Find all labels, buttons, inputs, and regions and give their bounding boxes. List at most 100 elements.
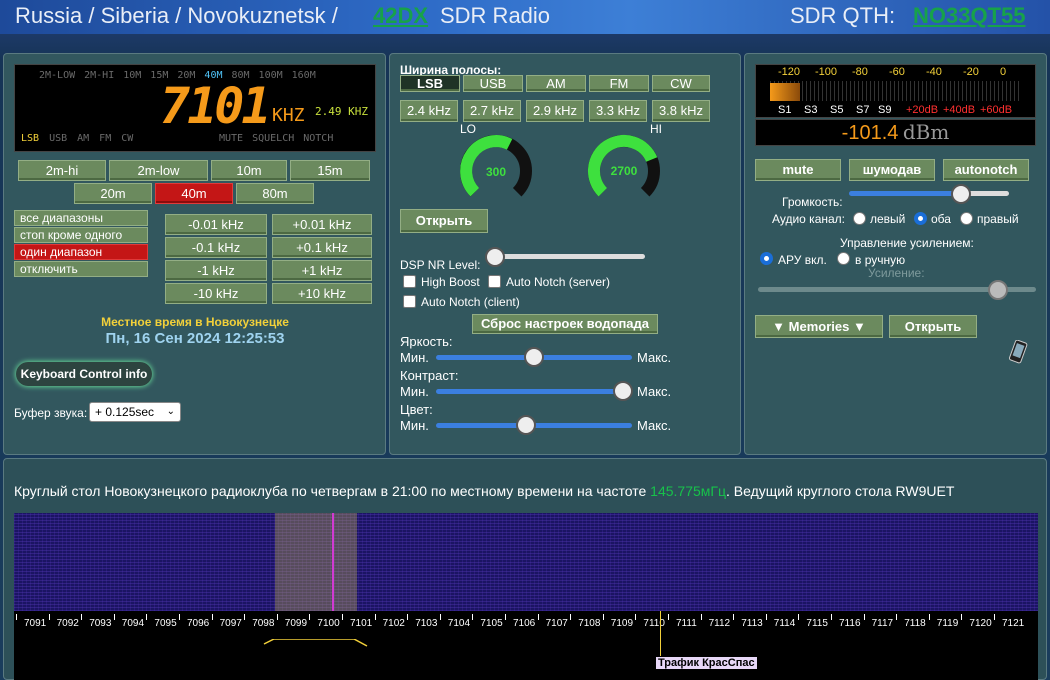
keyboard-control-button[interactable]: Keyboard Control info xyxy=(16,362,152,386)
auto-notch-client-checkbox[interactable] xyxy=(403,295,416,308)
channel-right-label: правый xyxy=(977,212,1019,226)
agc-on-radio[interactable] xyxy=(760,252,773,265)
band-button-2m-low[interactable]: 2m-low xyxy=(109,160,208,181)
color-min: Мин. xyxy=(400,418,429,433)
s-meter-scale: -120 -100 -80 -60 -40 -20 0 xyxy=(756,66,1037,78)
channel-left-radio[interactable] xyxy=(853,212,866,225)
contrast-max: Макс. xyxy=(637,384,672,399)
meter-s-unit: +40dB xyxy=(943,104,976,116)
frequency-tick-mark xyxy=(602,614,604,620)
contrast-knob[interactable] xyxy=(613,381,633,401)
autonotch-button[interactable]: autonotch xyxy=(943,159,1029,181)
noise-reduction-button[interactable]: шумодав xyxy=(849,159,935,181)
frequency-tick-label: 7110 xyxy=(643,618,665,629)
gain-knob[interactable] xyxy=(988,280,1008,300)
step-plus-1[interactable]: +1 kHz xyxy=(272,260,372,281)
auto-notch-server-checkbox[interactable] xyxy=(488,275,501,288)
buffer-select[interactable]: + 0.125sec ⌄ xyxy=(89,402,181,422)
width-2-9-button[interactable]: 2.9 kHz xyxy=(526,100,584,122)
step-minus-10[interactable]: -10 kHz xyxy=(165,283,267,304)
frequency-tick-label: 7101 xyxy=(350,618,373,629)
mute-button[interactable]: mute xyxy=(755,159,841,181)
gain-label: Усиление: xyxy=(868,266,925,280)
frequency-tick-label: 7099 xyxy=(284,618,308,629)
frequency-tick-label: 7108 xyxy=(578,618,601,629)
frequency-tick-mark xyxy=(994,614,995,620)
frequency-tick-label: 7113 xyxy=(741,618,763,629)
lo-knob[interactable]: 300 xyxy=(456,131,536,201)
frequency-tick-label: 7095 xyxy=(154,618,177,629)
display-mode-lsb: LSB xyxy=(21,133,40,144)
step-minus-1[interactable]: -1 kHz xyxy=(165,260,267,281)
mode-am-button[interactable]: AM xyxy=(526,75,586,92)
mode-usb-button[interactable]: USB xyxy=(463,75,523,92)
scan-off[interactable]: отключить xyxy=(14,261,148,277)
width-3-8-button[interactable]: 3.8 kHz xyxy=(652,100,710,122)
open-bandwidth-button[interactable]: Открыть xyxy=(400,209,488,233)
band-button-40m[interactable]: 40m xyxy=(155,183,233,204)
dsp-nr-knob[interactable] xyxy=(485,247,505,267)
notice-before: Круглый стол Новокузнецкого радиоклуба п… xyxy=(14,483,651,499)
display-flag-notch: NOTCH xyxy=(303,133,334,144)
band-button-80m[interactable]: 80m xyxy=(236,183,314,204)
volume-label: Громкость: xyxy=(782,195,843,209)
band-button-10m[interactable]: 10m xyxy=(211,160,287,181)
brightness-knob[interactable] xyxy=(524,347,544,367)
site-link[interactable]: 42DX xyxy=(373,3,428,29)
auto-notch-server-label: Auto Notch (server) xyxy=(506,275,611,289)
dsp-nr-slider[interactable] xyxy=(490,254,645,259)
frequency-tick-mark xyxy=(211,614,213,620)
band-button-15m[interactable]: 15m xyxy=(290,160,370,181)
width-2-7-button[interactable]: 2.7 kHz xyxy=(463,100,521,122)
waterfall[interactable] xyxy=(14,513,1038,611)
channel-both-label: оба xyxy=(931,212,951,226)
color-label: Цвет: xyxy=(400,402,433,417)
frequency-tick-mark xyxy=(928,614,930,620)
frequency-readout: 7101 xyxy=(160,77,271,135)
frequency-tick-label: 7102 xyxy=(382,618,405,629)
header-bar: Russia / Siberia / Novokuznetsk / 42DX S… xyxy=(0,0,1050,34)
frequency-unit: KHZ xyxy=(272,105,305,126)
display-flag-row: MUTE SQUELCH NOTCH xyxy=(219,133,342,144)
color-knob[interactable] xyxy=(516,415,536,435)
qth-link[interactable]: NO33QT55 xyxy=(913,3,1026,29)
hi-knob[interactable]: 2700 xyxy=(584,131,664,201)
frequency-tick-mark xyxy=(896,614,898,620)
mode-lsb-button[interactable]: LSB xyxy=(400,75,460,92)
width-3-3-button[interactable]: 3.3 kHz xyxy=(589,100,647,122)
mode-fm-button[interactable]: FM xyxy=(589,75,649,92)
step-minus-0-01[interactable]: -0.01 kHz xyxy=(165,214,267,235)
meter-scale-label: -120 xyxy=(778,66,801,78)
memories-button[interactable]: ▼ Memories ▼ xyxy=(755,315,883,338)
step-plus-10[interactable]: +10 kHz xyxy=(272,283,372,304)
lo-value: 300 xyxy=(486,165,506,179)
frequency-tick-mark xyxy=(765,614,767,620)
display-mode-usb: USB xyxy=(49,133,68,144)
contrast-slider[interactable] xyxy=(436,389,632,394)
width-2-4-button[interactable]: 2.4 kHz xyxy=(400,100,458,122)
display-band-10m: 10M xyxy=(123,70,142,81)
manual-gain-radio[interactable] xyxy=(837,252,850,265)
band-button-20m[interactable]: 20m xyxy=(74,183,152,204)
volume-slider[interactable] xyxy=(849,191,1009,196)
mobile-phone-icon[interactable] xyxy=(1007,340,1029,364)
high-boost-checkbox[interactable] xyxy=(403,275,416,288)
mode-cw-button[interactable]: CW xyxy=(652,75,710,92)
step-plus-0-1[interactable]: +0.1 kHz xyxy=(272,237,372,258)
meter-s-unit: S7 xyxy=(856,104,870,116)
frequency-tick-mark xyxy=(798,614,800,620)
scan-stop-except-one[interactable]: стоп кроме одного xyxy=(14,227,148,243)
band-button-2m-hi[interactable]: 2m-hi xyxy=(18,160,106,181)
memories-open-button[interactable]: Открыть xyxy=(889,315,977,338)
step-minus-0-1[interactable]: -0.1 kHz xyxy=(165,237,267,258)
scan-one-band[interactable]: один диапазон xyxy=(14,244,148,260)
reset-waterfall-button[interactable]: Сброс настроек водопада xyxy=(472,314,658,334)
volume-knob[interactable] xyxy=(951,184,971,204)
tuning-marker xyxy=(332,513,334,611)
scan-all-bands[interactable]: все диапазоны xyxy=(14,210,148,226)
step-plus-0-01[interactable]: +0.01 kHz xyxy=(272,214,372,235)
station-marker-label[interactable]: Трафик КрасСпас xyxy=(656,657,757,669)
frequency-tick-mark xyxy=(374,614,376,620)
channel-right-radio[interactable] xyxy=(960,212,973,225)
channel-both-radio[interactable] xyxy=(914,212,927,225)
